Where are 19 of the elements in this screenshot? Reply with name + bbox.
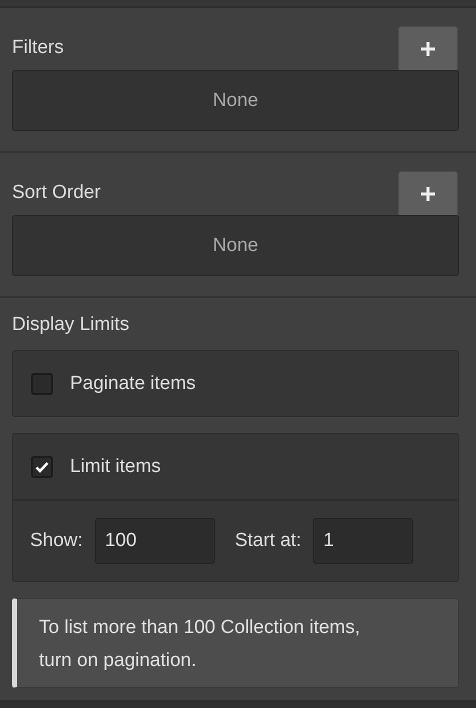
- empty-list-box: None: [12, 215, 459, 276]
- plus-icon: [420, 186, 436, 202]
- checkmark-icon: [35, 460, 49, 472]
- number-field[interactable]: 1: [313, 518, 414, 564]
- section-title: Sort Order: [12, 182, 101, 205]
- add-button[interactable]: [398, 171, 458, 215]
- section-title: Filters: [12, 37, 64, 60]
- empty-list-box: None: [12, 70, 459, 131]
- number-field[interactable]: 100: [94, 518, 215, 564]
- checkbox[interactable]: [31, 456, 53, 478]
- checkbox[interactable]: [31, 372, 53, 394]
- checkbox-label: Limit items: [70, 456, 161, 478]
- field-label: Start at:: [234, 530, 302, 552]
- field-label: Show:: [30, 530, 83, 552]
- info-note: To list more than 100 Collection items, turn on pagination.: [12, 598, 459, 688]
- add-button[interactable]: [398, 26, 458, 70]
- checkbox-label: Paginate items: [70, 372, 196, 394]
- plus-icon: [420, 40, 436, 56]
- section-title: Display Limits: [12, 314, 130, 336]
